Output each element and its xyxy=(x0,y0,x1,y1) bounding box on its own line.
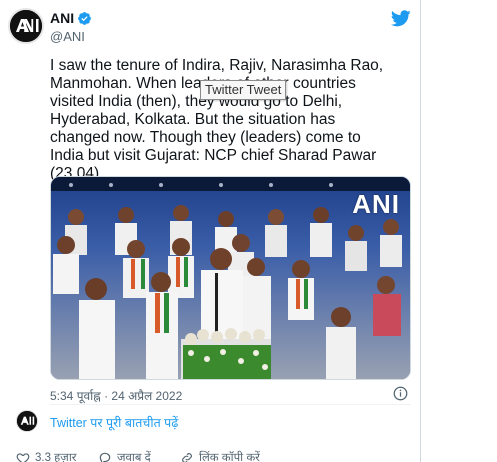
reply-action[interactable]: जवाब दें xyxy=(98,450,151,462)
tweet-text: I saw the tenure of Indira, Rajiv, Naras… xyxy=(50,57,384,182)
heart-icon xyxy=(16,452,30,462)
divider xyxy=(50,404,411,405)
reply-icon xyxy=(99,452,111,462)
tweet-card: ANI @ANI I saw the tenure of Indira, Raj… xyxy=(0,0,421,462)
twitter-bird-icon[interactable] xyxy=(391,10,411,27)
like-action[interactable]: 3.3 हज़ार xyxy=(16,450,77,462)
link-icon xyxy=(182,452,192,462)
author-handle[interactable]: @ANI xyxy=(50,29,85,44)
author-avatar[interactable] xyxy=(8,8,44,44)
tweet-media-image[interactable]: ANI xyxy=(50,176,411,380)
author-name[interactable]: ANI xyxy=(50,10,92,26)
like-count: 3.3 हज़ार xyxy=(35,452,77,462)
tooltip: Twitter Tweet xyxy=(200,80,287,100)
copy-link-label: लिंक कॉपी करें xyxy=(199,452,260,462)
copy-link-action[interactable]: लिंक कॉपी करें xyxy=(180,450,260,462)
reply-label: जवाब दें xyxy=(117,452,151,462)
media-watermark: ANI xyxy=(352,189,400,219)
ani-logo-icon xyxy=(10,10,42,42)
tweet-timestamp[interactable]: 5:34 पूर्वाह्न · 24 अप्रैल 2022 xyxy=(50,387,182,404)
read-conversation-link[interactable]: Twitter पर पूरी बातचीत पढ़ें xyxy=(50,414,178,431)
ani-logo-icon xyxy=(17,411,37,431)
conversation-avatar[interactable] xyxy=(16,410,38,432)
verified-badge-icon xyxy=(78,11,92,25)
info-icon[interactable] xyxy=(393,386,408,401)
author-name-text[interactable]: ANI xyxy=(50,10,74,26)
